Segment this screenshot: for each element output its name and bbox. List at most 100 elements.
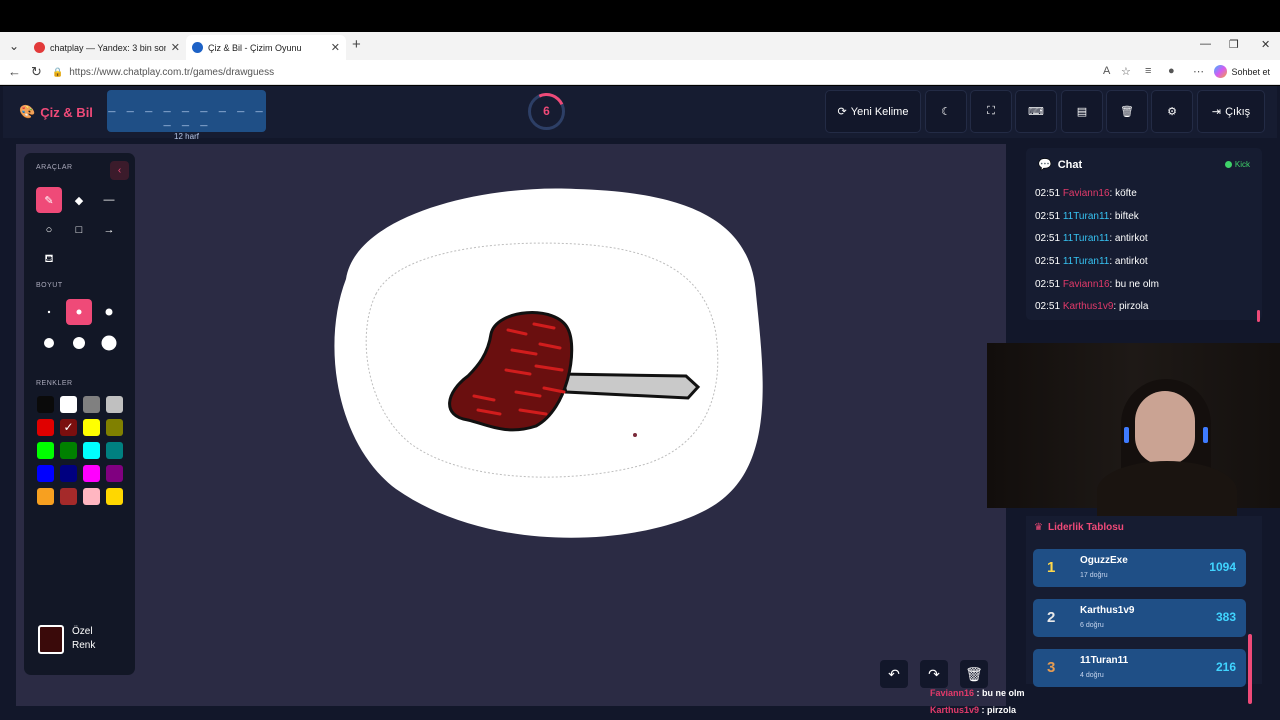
chat-username[interactable]: 11Turan11 xyxy=(1063,256,1110,267)
profile-icon[interactable]: ● xyxy=(1168,65,1175,77)
chat-text: : köfte xyxy=(1109,188,1137,199)
color-swatch[interactable]: ✓ xyxy=(60,419,77,436)
redo-button[interactable]: ↷ xyxy=(920,660,948,688)
chat-username[interactable]: Karthus1v9 xyxy=(1063,301,1114,312)
window-close-icon[interactable]: ✕ xyxy=(1261,38,1270,51)
size-dot-icon xyxy=(73,337,85,349)
clear-button[interactable]: 🗑 xyxy=(1106,90,1148,133)
webcam-body xyxy=(1097,461,1237,521)
line-icon: — xyxy=(103,194,115,206)
color-swatch[interactable] xyxy=(37,488,54,505)
trash-icon: 🗑 xyxy=(1120,106,1134,118)
fullscreen-button[interactable]: ⛶ xyxy=(970,90,1012,133)
color-swatch[interactable] xyxy=(60,396,77,413)
theme-toggle-button[interactable]: ☾ xyxy=(925,90,967,133)
browser-tab-game[interactable]: Çiz & Bil - Çizim Oyunu ✕ xyxy=(186,35,346,60)
tool-panel: ARAÇLAR ‹ ✎ ◆ — ○ □ → ⛾ BOYUT RENKLER ✓ … xyxy=(24,153,135,675)
browser-tab-yandex[interactable]: chatplay — Yandex: 3 bin sonuç bu... ✕ xyxy=(28,35,186,60)
color-swatch[interactable] xyxy=(37,419,54,436)
undo-button[interactable]: ↶ xyxy=(880,660,908,688)
more-menu-icon[interactable]: ⋯ xyxy=(1193,65,1204,78)
back-icon[interactable]: ← xyxy=(8,64,21,79)
eraser-tool[interactable]: ◆ xyxy=(66,187,92,213)
leaderboard-rank: 3 xyxy=(1047,659,1056,676)
tab-close-icon[interactable]: ✕ xyxy=(331,41,340,54)
url-text: https://www.chatplay.com.tr/games/drawgu… xyxy=(69,67,275,78)
tab-close-icon[interactable]: ✕ xyxy=(171,41,180,54)
drawing-canvas[interactable] xyxy=(16,144,1006,706)
color-swatch[interactable] xyxy=(60,488,77,505)
correct-count: 4 doğru xyxy=(1080,672,1104,679)
favorites-list-icon[interactable]: ≡ xyxy=(1145,65,1151,77)
reload-icon[interactable]: ↻ xyxy=(31,64,42,80)
size-dot-icon xyxy=(101,335,117,351)
color-swatch[interactable] xyxy=(83,488,100,505)
line-tool[interactable]: — xyxy=(96,187,122,213)
new-tab-icon[interactable]: + xyxy=(352,36,361,53)
color-swatch[interactable] xyxy=(60,465,77,482)
refresh-icon: ⟳ xyxy=(837,106,847,118)
color-swatch[interactable] xyxy=(83,465,100,482)
player-name: OguzzExe xyxy=(1080,555,1128,566)
chat-username[interactable]: 11Turan11 xyxy=(1063,211,1110,222)
color-swatch[interactable] xyxy=(37,442,54,459)
circle-tool[interactable]: ○ xyxy=(36,217,62,243)
new-word-button[interactable]: ⟳ Yeni Kelime xyxy=(825,90,921,133)
settings-button[interactable]: ⚙ xyxy=(1151,90,1193,133)
exit-button[interactable]: ⇥ Çıkış xyxy=(1197,90,1265,133)
archive-button[interactable]: ▤ xyxy=(1061,90,1103,133)
collapse-panel-button[interactable]: ‹ xyxy=(110,161,129,180)
minimize-icon[interactable]: — xyxy=(1200,38,1211,50)
clear-canvas-button[interactable]: 🗑 xyxy=(960,660,988,688)
chat-message: 02:51 11Turan11: biftek xyxy=(1035,211,1250,234)
palette-icon: 🎨 xyxy=(19,104,36,119)
chat-username[interactable]: Faviann16 xyxy=(1063,279,1110,290)
url-field[interactable]: 🔒 https://www.chatplay.com.tr/games/draw… xyxy=(52,63,1142,82)
gear-icon: ⚙ xyxy=(1167,106,1177,118)
chat-username[interactable]: 11Turan11 xyxy=(1063,233,1110,244)
game-header: 🎨 Çiz & Bil _ _ _ _ _ _ _ _ _ _ _ _ 12 h… xyxy=(3,86,1277,141)
read-aloud-icon[interactable]: A xyxy=(1103,65,1110,77)
favorite-icon[interactable]: ☆ xyxy=(1121,65,1131,78)
tab-title: chatplay — Yandex: 3 bin sonuç bu... xyxy=(50,42,166,53)
color-swatch[interactable] xyxy=(106,419,123,436)
chat-text: : bu ne olm xyxy=(1109,278,1159,290)
color-swatch[interactable] xyxy=(106,442,123,459)
brush-tool[interactable]: ✎ xyxy=(36,187,62,213)
color-swatch[interactable] xyxy=(83,419,100,436)
color-swatch[interactable] xyxy=(60,442,77,459)
size-option[interactable] xyxy=(36,299,62,325)
size-option[interactable] xyxy=(36,330,62,356)
tab-list-icon[interactable]: ⌄ xyxy=(6,38,22,54)
leaderboard-rank: 2 xyxy=(1047,609,1056,626)
sohbet-label: Sohbet et xyxy=(1231,66,1270,77)
chat-text: : biftek xyxy=(1109,210,1139,222)
color-swatch[interactable] xyxy=(106,396,123,413)
keyboard-button[interactable]: ⌨ xyxy=(1015,90,1057,133)
size-option[interactable] xyxy=(66,299,92,325)
archive-icon: ▤ xyxy=(1076,106,1088,118)
size-option[interactable] xyxy=(96,330,122,356)
copilot-chat-button[interactable]: Sohbet et xyxy=(1214,65,1270,78)
custom-color-button[interactable]: Özel Renk xyxy=(38,618,122,660)
color-swatch[interactable] xyxy=(83,442,100,459)
chat-text: : antirkot xyxy=(1109,256,1148,268)
chat-scrollbar[interactable] xyxy=(1257,310,1260,322)
tools-title: ARAÇLAR xyxy=(36,164,73,171)
size-option[interactable] xyxy=(66,330,92,356)
rectangle-tool[interactable]: □ xyxy=(66,217,92,243)
maximize-icon[interactable]: ❐ xyxy=(1229,38,1239,51)
color-swatch[interactable] xyxy=(83,396,100,413)
custom-color-preview xyxy=(38,624,64,654)
platform-badge: Kick xyxy=(1225,160,1250,169)
size-option[interactable] xyxy=(96,299,122,325)
color-swatch[interactable] xyxy=(106,465,123,482)
lock-icon: 🔒 xyxy=(52,67,64,77)
chat-username[interactable]: Faviann16 xyxy=(1063,188,1110,199)
color-swatch[interactable] xyxy=(37,396,54,413)
fill-tool[interactable]: ⛾ xyxy=(36,247,62,273)
arrow-tool[interactable]: → xyxy=(96,217,122,243)
color-swatch[interactable] xyxy=(37,465,54,482)
color-swatch[interactable] xyxy=(106,488,123,505)
player-name: Karthus1v9 xyxy=(1080,605,1135,616)
